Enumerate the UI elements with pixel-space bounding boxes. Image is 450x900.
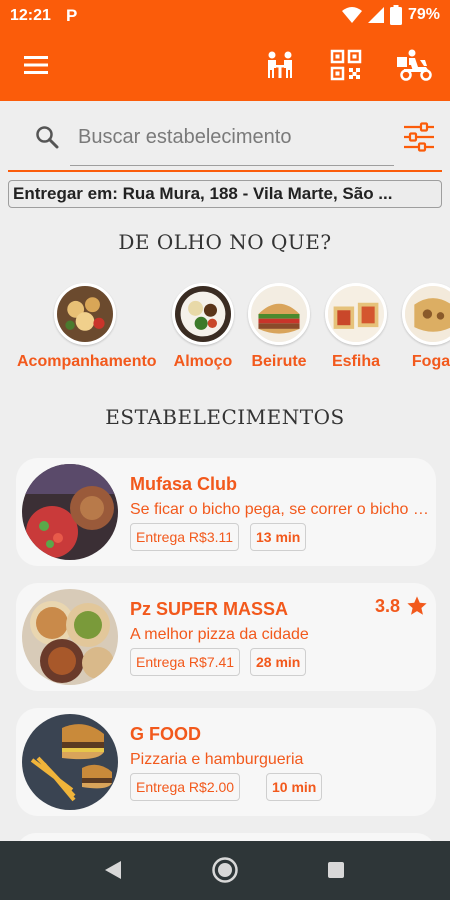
establishment-name: Mufasa Club bbox=[130, 474, 238, 494]
category-item[interactable]: Esfiha bbox=[321, 283, 391, 371]
star-icon bbox=[407, 596, 427, 615]
delivery-fee-badge: Entrega R$2.00 bbox=[130, 773, 241, 801]
search-bar bbox=[8, 112, 442, 172]
filter-sliders-icon[interactable] bbox=[402, 120, 436, 154]
categories-title: DE OLHO NO QUE? bbox=[118, 230, 332, 254]
app-header: 12:21 P 79% bbox=[0, 0, 450, 101]
category-label: Acompanhamento bbox=[17, 353, 157, 370]
establishment-description: Pizzaria e hamburgueria bbox=[130, 751, 304, 768]
establishment-image bbox=[22, 714, 118, 810]
qr-code-icon[interactable] bbox=[329, 48, 363, 82]
establishment-name: G FOOD bbox=[130, 724, 201, 744]
parking-notification-icon: P bbox=[66, 6, 78, 25]
establishment-card[interactable]: Mufasa Club Se ficar o bicho pega, se co… bbox=[16, 458, 436, 566]
establishment-card[interactable]: G FOOD Pizzaria e hamburgueria Entrega R… bbox=[16, 708, 436, 816]
category-item[interactable]: Beirute bbox=[244, 283, 314, 371]
category-image bbox=[172, 283, 234, 345]
category-carousel[interactable]: Acompanhamento Almoço Beirute Esfiha Fog… bbox=[0, 283, 450, 383]
delivery-time-badge: 13 min bbox=[250, 523, 307, 551]
back-icon[interactable] bbox=[99, 855, 129, 885]
search-icon bbox=[36, 126, 59, 149]
system-navigation-bar bbox=[0, 841, 450, 900]
search-accent-line bbox=[8, 170, 442, 172]
rating-value: 3.8 bbox=[374, 595, 400, 616]
delivery-scooter-icon[interactable] bbox=[396, 48, 434, 82]
category-label: Foga bbox=[411, 353, 450, 370]
delivery-fee-badge: Entrega R$3.11 bbox=[130, 523, 240, 551]
establishments-title: ESTABELECIMENTOS bbox=[105, 405, 345, 429]
search-input[interactable] bbox=[78, 120, 378, 154]
category-item[interactable]: Acompanhamento bbox=[17, 283, 157, 371]
dine-in-table-icon[interactable] bbox=[263, 48, 297, 82]
wifi-icon bbox=[341, 7, 362, 23]
category-item[interactable]: Foga bbox=[398, 283, 450, 371]
establishment-description: Se ficar o bicho pega, se correr o bicho… bbox=[130, 501, 434, 518]
category-image bbox=[54, 283, 116, 345]
category-image bbox=[325, 283, 387, 345]
category-image bbox=[402, 283, 450, 345]
category-label: Esfiha bbox=[331, 353, 380, 370]
recent-apps-icon[interactable] bbox=[321, 855, 351, 885]
delivery-time-badge: 10 min bbox=[266, 773, 323, 801]
battery-level: 79% bbox=[407, 6, 440, 23]
category-label: Beirute bbox=[251, 353, 307, 370]
cell-signal-icon bbox=[367, 7, 384, 23]
establishment-image bbox=[22, 464, 118, 560]
battery-icon bbox=[389, 5, 402, 25]
status-bar: 12:21 P 79% bbox=[0, 0, 450, 32]
category-image bbox=[248, 283, 310, 345]
category-label: Almoço bbox=[173, 353, 233, 370]
establishment-name: Pz SUPER MASSA bbox=[130, 599, 289, 619]
status-time: 12:21 bbox=[10, 7, 51, 24]
home-icon[interactable] bbox=[210, 855, 240, 885]
category-item[interactable]: Almoço bbox=[168, 283, 238, 371]
delivery-time-badge: 28 min bbox=[250, 648, 307, 676]
establishment-card[interactable]: Pz SUPER MASSA 3.8 A melhor pizza da cid… bbox=[16, 583, 436, 691]
establishment-description: A melhor pizza da cidade bbox=[130, 626, 309, 643]
search-input-underline bbox=[70, 165, 394, 166]
delivery-fee-badge: Entrega R$7.41 bbox=[130, 648, 241, 676]
hamburger-menu-icon[interactable] bbox=[22, 52, 50, 78]
establishment-image bbox=[22, 589, 118, 685]
delivery-address-selector[interactable]: Entregar em: Rua Mura, 188 - Vila Marte,… bbox=[8, 180, 442, 208]
establishment-rating: 3.8 bbox=[375, 595, 428, 617]
